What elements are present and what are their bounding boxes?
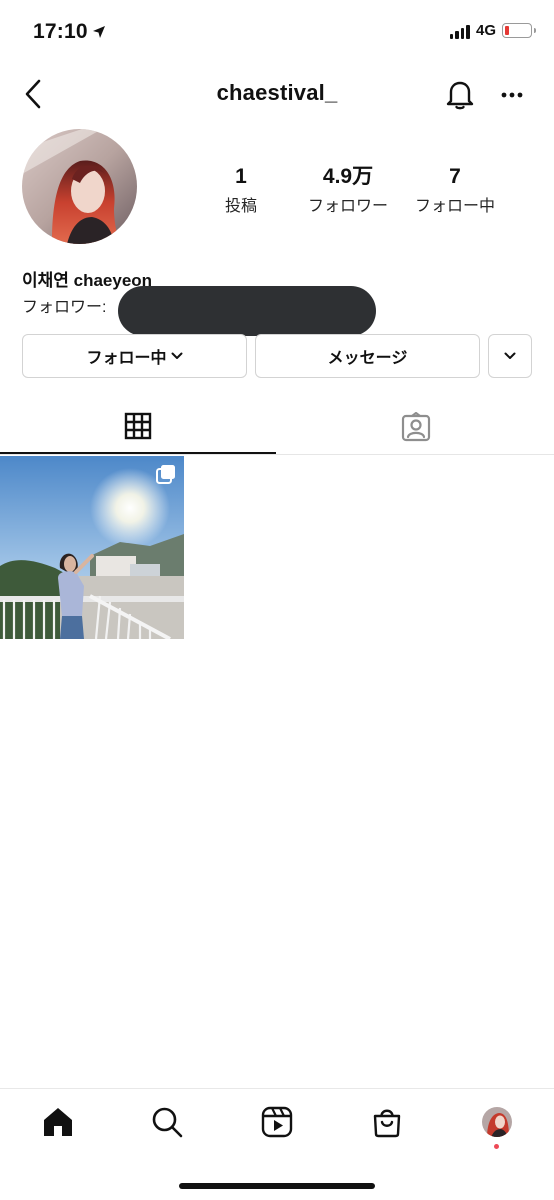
notification-dot (494, 1144, 499, 1149)
tagged-person-icon (401, 412, 431, 442)
stat-label: フォロー中 (414, 198, 495, 215)
status-indicators: 4G (449, 22, 536, 39)
bottom-nav-divider (0, 1088, 554, 1089)
network-label: 4G (475, 22, 496, 39)
nav-profile[interactable] (475, 1100, 519, 1144)
profile-avatar[interactable] (22, 129, 137, 244)
status-time: 17:10 (33, 20, 88, 43)
stat-label: フォロワー (307, 198, 388, 215)
location-arrow-icon (93, 26, 105, 38)
following-count[interactable]: 7 フォロー中 (408, 164, 502, 216)
home-icon (44, 1108, 72, 1136)
tab-tagged[interactable] (278, 400, 554, 454)
stat-value: 7 (449, 165, 461, 188)
nav-home[interactable] (36, 1100, 80, 1144)
signal-icon (449, 23, 470, 39)
tab-posts-grid[interactable] (0, 400, 276, 454)
followed-by-label[interactable]: フォロワー: (22, 293, 106, 317)
followers-count[interactable]: 4.9万 フォロワー (300, 164, 396, 216)
battery-icon (502, 23, 536, 38)
stat-value: 1 (235, 165, 247, 188)
more-options-button[interactable] (496, 80, 528, 110)
nav-shop[interactable] (365, 1100, 409, 1144)
bell-icon (446, 81, 474, 110)
posts-count[interactable]: 1 投稿 (210, 164, 272, 216)
more-horizontal-icon (501, 92, 523, 98)
following-button[interactable]: フォロー中 (22, 334, 247, 378)
grid-icon (124, 412, 152, 440)
tabs-divider (0, 454, 554, 455)
post-thumbnail[interactable] (0, 456, 184, 639)
multiple-photos-icon (156, 465, 175, 484)
home-indicator (179, 1183, 375, 1189)
stat-value: 4.9万 (322, 165, 374, 188)
chevron-down-icon (171, 352, 182, 359)
suggested-accounts-button[interactable] (488, 334, 532, 378)
nav-reels[interactable] (255, 1100, 299, 1144)
shopping-bag-icon (373, 1109, 401, 1138)
profile-avatar (482, 1107, 512, 1137)
search-icon (152, 1107, 183, 1138)
chevron-down-icon (504, 352, 516, 359)
message-button-label: メッセージ (327, 350, 408, 367)
nav-search[interactable] (145, 1100, 189, 1144)
redaction-bar (118, 286, 376, 336)
reels-icon (261, 1106, 293, 1138)
stat-label: 投稿 (224, 198, 257, 215)
following-button-label: フォロー中 (86, 350, 167, 367)
avatar-photo (22, 129, 137, 244)
message-button[interactable]: メッセージ (255, 334, 480, 378)
notifications-button[interactable] (442, 76, 478, 112)
